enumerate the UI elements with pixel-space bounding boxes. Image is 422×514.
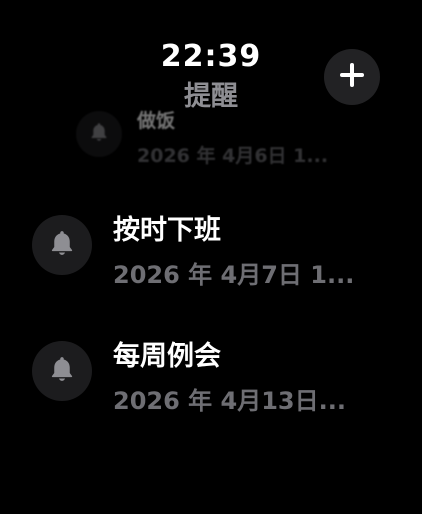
reminder-title: 每周例会 xyxy=(113,341,221,372)
bell-icon-circle xyxy=(32,215,92,275)
bell-icon xyxy=(47,354,77,388)
bell-icon-circle xyxy=(76,111,122,157)
bell-icon xyxy=(88,121,110,147)
reminder-date: 2026 年 4月7日 1... xyxy=(113,261,355,289)
reminder-item[interactable]: 做饭 2026 年 4月6日 1... xyxy=(0,100,422,170)
add-reminder-button[interactable] xyxy=(324,49,380,105)
reminders-screen: 22:39 提醒 做饭 2026 年 4月6日 1... 按时下班 2026 年… xyxy=(0,0,422,514)
reminder-item[interactable]: 按时下班 2026 年 4月7日 1... xyxy=(0,200,422,300)
reminder-date: 2026 年 4月13日... xyxy=(113,387,346,415)
reminder-date: 2026 年 4月6日 1... xyxy=(137,145,329,167)
reminder-item[interactable]: 每周例会 2026 年 4月13日... xyxy=(0,326,422,426)
bell-icon-circle xyxy=(32,341,92,401)
reminder-title: 做饭 xyxy=(137,110,176,132)
bell-icon xyxy=(47,228,77,262)
reminder-title: 按时下班 xyxy=(113,215,221,246)
plus-icon xyxy=(338,61,366,93)
